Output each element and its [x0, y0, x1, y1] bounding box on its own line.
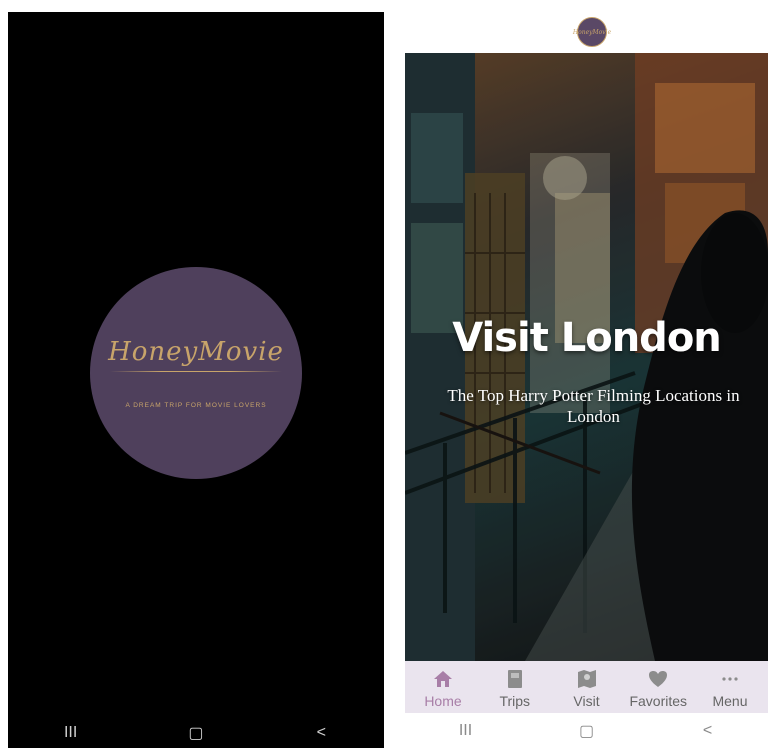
tab-favorites-label: Favorites: [629, 693, 688, 709]
recents-button[interactable]: III: [446, 722, 486, 740]
tab-visit[interactable]: Visit: [553, 661, 621, 713]
logo-wordmark: HoneyMovie: [108, 337, 284, 367]
splash-screen: HoneyMovie A DREAM TRIP FOR MOVIE LOVERS…: [8, 12, 384, 748]
heart-icon: [647, 669, 669, 689]
app-home-screen: HoneyMovie Visit London The Top Harry Po…: [405, 12, 768, 748]
system-navigation-bar: III ▢ <: [405, 713, 768, 748]
bottom-tab-bar: Home Trips Visit Favorites Menu: [405, 661, 768, 713]
system-navigation-bar: III ▢ <: [8, 718, 384, 748]
back-button[interactable]: <: [301, 724, 341, 742]
home-icon: [432, 669, 454, 689]
app-logo[interactable]: HoneyMovie: [573, 17, 611, 47]
home-button[interactable]: ▢: [567, 721, 607, 741]
tab-menu[interactable]: Menu: [696, 661, 764, 713]
tab-home-label: Home: [424, 693, 462, 709]
tab-home[interactable]: Home: [409, 661, 477, 713]
logo-tagline: A DREAM TRIP FOR MOVIE LOVERS: [125, 402, 267, 409]
tab-visit-label: Visit: [573, 693, 600, 709]
tab-trips-label: Trips: [499, 693, 531, 709]
map-icon: [576, 669, 598, 689]
home-button[interactable]: ▢: [176, 723, 216, 743]
logo-flourish: [110, 371, 282, 372]
hero-title: Visit London: [452, 315, 722, 361]
book-icon: [504, 669, 526, 689]
app-header: HoneyMovie: [405, 12, 768, 53]
tab-trips[interactable]: Trips: [481, 661, 549, 713]
tab-menu-label: Menu: [712, 693, 748, 709]
recents-button[interactable]: III: [51, 724, 91, 742]
more-icon: [719, 669, 741, 689]
hero-banner[interactable]: Visit London The Top Harry Potter Filmin…: [405, 53, 768, 661]
hero-subtitle: The Top Harry Potter Filming Locations i…: [447, 386, 740, 426]
back-button[interactable]: <: [688, 722, 728, 740]
splash-logo: HoneyMovie A DREAM TRIP FOR MOVIE LOVERS: [90, 267, 302, 479]
tab-favorites[interactable]: Favorites: [624, 661, 692, 713]
